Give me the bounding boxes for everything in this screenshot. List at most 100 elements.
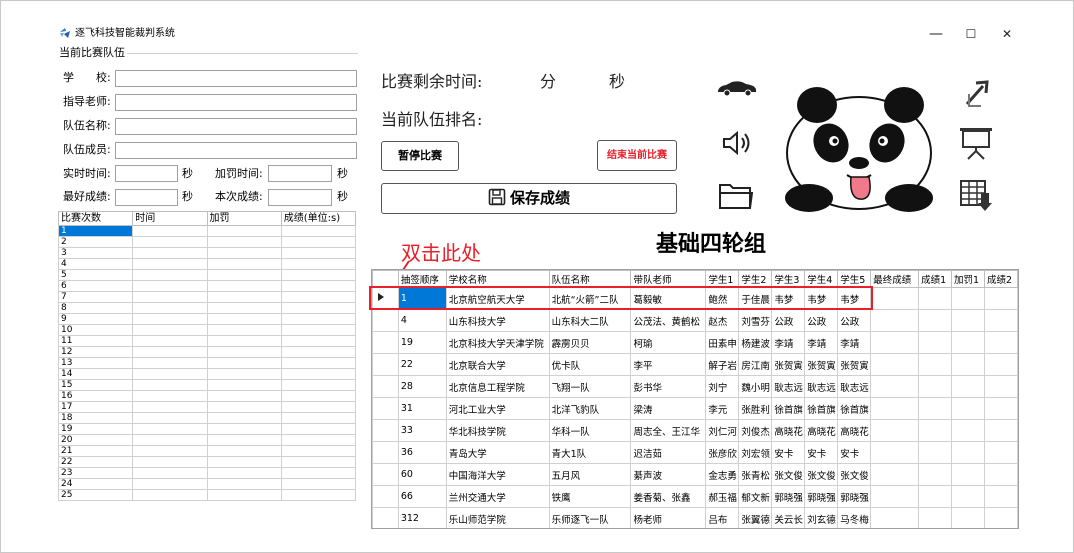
grid-cell[interactable]: 刘宁: [705, 375, 740, 398]
grid-row[interactable]: 312 乐山师范学院 乐师逐飞一队 杨老师 吕布 张翼德 关云长 刘玄德 马冬梅: [372, 507, 1018, 528]
record-cell[interactable]: [132, 357, 208, 369]
record-cell[interactable]: [280, 379, 357, 391]
grid-cell[interactable]: [870, 485, 920, 508]
grid-cell[interactable]: [870, 441, 920, 464]
record-cell[interactable]: [206, 412, 282, 424]
grid-cell[interactable]: 张胜利: [738, 397, 773, 420]
grid-cell[interactable]: 312: [397, 507, 447, 528]
grid-cell[interactable]: [951, 441, 985, 464]
presentation-icon[interactable]: [958, 125, 994, 161]
grid-cell[interactable]: 张青松: [738, 463, 773, 486]
grid-cell[interactable]: 山东科大二队: [548, 309, 632, 332]
grid-cell[interactable]: [918, 353, 953, 376]
grid-cell[interactable]: 36: [397, 441, 447, 464]
grid-cell[interactable]: 北京科技大学天津学院: [445, 331, 550, 354]
grid-cell[interactable]: [983, 507, 1018, 528]
grid-cell[interactable]: 迟洁茹: [630, 441, 707, 464]
grid-cell[interactable]: [983, 485, 1018, 508]
grid-cell[interactable]: [918, 507, 953, 528]
record-row[interactable]: 17: [57, 401, 357, 413]
record-cell[interactable]: [206, 335, 282, 347]
record-cell[interactable]: [132, 445, 208, 457]
grid-cell[interactable]: 李平: [630, 353, 707, 376]
grid-cell[interactable]: 张贺寅: [804, 353, 839, 376]
grid-cell[interactable]: [951, 331, 985, 354]
grid-cell[interactable]: [870, 397, 920, 420]
record-cell[interactable]: [280, 489, 357, 501]
record-cell[interactable]: [206, 456, 282, 468]
record-index-cell[interactable]: 12: [57, 346, 134, 358]
grid-cell[interactable]: 马冬梅: [837, 507, 872, 528]
record-row[interactable]: 21: [57, 445, 357, 457]
grid-cell[interactable]: 华科一队: [548, 419, 632, 442]
record-index-cell[interactable]: 11: [57, 335, 134, 347]
grid-cell[interactable]: 刘玄德: [804, 507, 839, 528]
grid-cell[interactable]: [983, 463, 1018, 486]
row-header-cell[interactable]: [372, 375, 399, 398]
grid-cell[interactable]: 66: [397, 485, 447, 508]
grid-cell[interactable]: [870, 331, 920, 354]
grid-cell[interactable]: 张翼德: [738, 507, 773, 528]
grid-cell[interactable]: 华北科技学院: [445, 419, 550, 442]
grid-cell[interactable]: 赵杰: [705, 309, 740, 332]
record-cell[interactable]: [206, 247, 282, 259]
record-cell[interactable]: [206, 324, 282, 336]
grid-cell[interactable]: [918, 441, 953, 464]
record-cell[interactable]: [280, 280, 357, 292]
save-score-button[interactable]: 保存成绩: [381, 183, 677, 214]
record-cell[interactable]: [132, 478, 208, 490]
grid-cell[interactable]: 李元: [705, 397, 740, 420]
record-cell[interactable]: [132, 401, 208, 413]
record-cell[interactable]: [132, 379, 208, 391]
record-table[interactable]: 比赛次数 时间 加罚 成绩(单位:s) 1 2 3 4 5 6 7 8 9 10 11 12 13 14 15 16…: [57, 211, 357, 501]
grid-row[interactable]: 22 北京联合大学 优卡队 李平 解子岩 房江南 张贺寅 张贺寅 张贺寅: [372, 353, 1018, 376]
grid-cell[interactable]: 关云长: [771, 507, 806, 528]
grid-cell[interactable]: 刘雪芬: [738, 309, 773, 332]
grid-cell[interactable]: [951, 419, 985, 442]
grid-cell[interactable]: 张贺寅: [837, 353, 872, 376]
grid-cell[interactable]: 刘仁河: [705, 419, 740, 442]
export-arrow-icon[interactable]: [963, 78, 991, 110]
record-index-cell[interactable]: 22: [57, 456, 134, 468]
row-header-cell[interactable]: [372, 397, 399, 420]
grid-column-header[interactable]: 学生3: [771, 270, 806, 288]
record-cell[interactable]: [206, 379, 282, 391]
grid-cell[interactable]: 中国海洋大学: [445, 463, 550, 486]
grid-column-header[interactable]: 学生5: [837, 270, 872, 288]
grid-cell[interactable]: 李靖: [837, 331, 872, 354]
minimize-button[interactable]: —: [921, 25, 951, 43]
grid-cell[interactable]: 徐首旗: [804, 397, 839, 420]
record-cell[interactable]: [132, 368, 208, 380]
grid-cell[interactable]: 张文俊: [804, 463, 839, 486]
record-index-cell[interactable]: 20: [57, 434, 134, 446]
grid-row[interactable]: 36 青岛大学 青大1队 迟洁茹 张彦欣 刘宏领 安卡 安卡 安卡: [372, 441, 1018, 464]
record-cell[interactable]: [206, 291, 282, 303]
row-header-cell[interactable]: [372, 353, 399, 376]
grid-cell[interactable]: [951, 507, 985, 528]
grid-cell[interactable]: [918, 397, 953, 420]
grid-cell[interactable]: 高晓花: [804, 419, 839, 442]
grid-cell[interactable]: 19: [397, 331, 447, 354]
record-index-cell[interactable]: 1: [57, 225, 134, 237]
grid-cell[interactable]: 耿志远: [771, 375, 806, 398]
record-cell[interactable]: [132, 390, 208, 402]
grid-cell[interactable]: 綦声波: [630, 463, 707, 486]
grid-cell[interactable]: 徐首旗: [771, 397, 806, 420]
record-cell[interactable]: [280, 225, 357, 237]
record-row[interactable]: 6: [57, 280, 357, 292]
grid-cell[interactable]: 兰州交通大学: [445, 485, 550, 508]
grid-cell[interactable]: 4: [397, 309, 447, 332]
grid-cell[interactable]: 吕布: [705, 507, 740, 528]
grid-column-header[interactable]: 学生4: [804, 270, 839, 288]
grid-cell[interactable]: 五月风: [548, 463, 632, 486]
row-header-cell[interactable]: [372, 441, 399, 464]
row-header-cell[interactable]: [372, 463, 399, 486]
grid-cell[interactable]: 山东科技大学: [445, 309, 550, 332]
record-cell[interactable]: [132, 456, 208, 468]
record-cell[interactable]: [280, 390, 357, 402]
record-row[interactable]: 10: [57, 324, 357, 336]
grid-cell[interactable]: [918, 463, 953, 486]
grid-cell[interactable]: 刘俊杰: [738, 419, 773, 442]
grid-cell[interactable]: 安卡: [837, 441, 872, 464]
grid-cell[interactable]: [951, 485, 985, 508]
